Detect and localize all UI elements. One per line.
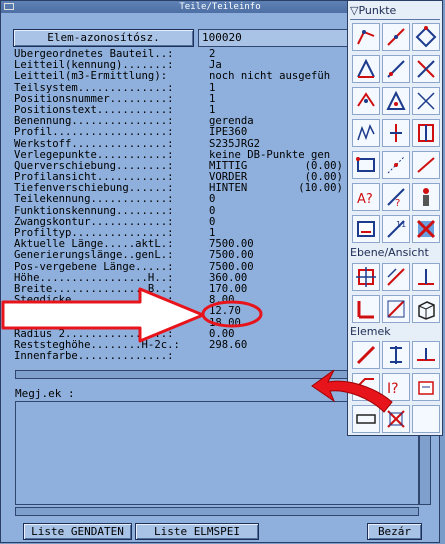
property-label: Flanschdicke.........T..: (14, 305, 174, 318)
point-tool-20-icon[interactable]: 11 (382, 215, 410, 243)
notes-horizontal-scrollbar[interactable] (15, 507, 419, 516)
point-tool-2-icon[interactable] (382, 23, 410, 51)
property-row[interactable]: Leitteil(m3-Ermittlung): noch nicht ausge… (14, 71, 364, 82)
property-value: IPE360 (209, 126, 248, 139)
plane-tool-1-icon[interactable] (352, 263, 380, 291)
property-row[interactable]: Generierungslänge..genL.: 7500.00 (14, 250, 364, 261)
property-label: Innenfarbe..............: (14, 350, 174, 363)
element-tool-6-icon[interactable] (412, 373, 440, 401)
property-value: 298.60 (209, 338, 248, 351)
point-tool-3-icon[interactable] (412, 23, 440, 51)
svg-text:I?: I? (387, 381, 399, 397)
property-row[interactable]: Werkstoff...............: S235JRG2 (14, 138, 364, 150)
svg-text:A?: A? (357, 192, 373, 207)
point-tool-6-icon[interactable] (412, 55, 440, 83)
property-value: noch nicht ausgefüh (209, 70, 331, 83)
liste-gendaten-button[interactable]: Liste GENDATEN (23, 523, 132, 540)
plane-tool-5-icon[interactable] (382, 295, 410, 323)
palette-section-elemek[interactable]: Elemek (350, 324, 440, 339)
elem-id-field[interactable]: 100020 (198, 29, 348, 47)
point-tool-10-icon[interactable] (352, 119, 380, 147)
point-tool-21-icon[interactable] (412, 215, 440, 243)
separator (350, 19, 440, 20)
property-label: Leitteil(m3-Ermittlung): (14, 70, 168, 83)
element-tool-3-icon[interactable] (412, 341, 440, 369)
point-tool-8-icon[interactable] (382, 87, 410, 115)
elem-id-button[interactable]: Elem-azonosítósz. (13, 29, 194, 47)
plane-tool-6-icon[interactable] (412, 295, 440, 323)
window-title: Teile/Teileinfo (179, 2, 261, 12)
close-button[interactable]: Bezár (367, 523, 422, 540)
property-label: Profil..................: (14, 126, 174, 139)
element-tool-8-icon[interactable] (382, 405, 410, 433)
element-tool-5-icon[interactable]: I? (382, 373, 410, 401)
property-value: HINTEN (10.00) (209, 182, 343, 195)
element-tool-9-icon[interactable] (412, 405, 440, 433)
plane-tool-2-icon[interactable] (382, 263, 410, 291)
point-tool-1-icon[interactable] (352, 23, 380, 51)
notes-label: Megj.ek : (15, 387, 75, 400)
point-tool-7-icon[interactable] (352, 87, 380, 115)
element-tool-2-icon[interactable] (382, 341, 410, 369)
property-row[interactable]: Radius 1............R1..: 18.00 (14, 317, 364, 329)
point-tool-16-icon[interactable]: A? (352, 183, 380, 211)
property-value: 0 (209, 193, 216, 206)
point-tool-15-icon[interactable] (412, 151, 440, 179)
point-tool-12-icon[interactable] (412, 119, 440, 147)
point-tool-18-icon[interactable] (412, 183, 440, 211)
svg-text:11: 11 (396, 220, 406, 229)
property-label: Teilekennung............: (14, 193, 174, 206)
point-tool-13-icon[interactable] (352, 151, 380, 179)
point-tool-11-icon[interactable] (382, 119, 410, 147)
property-label: Generierungslänge..genL.: (14, 249, 174, 262)
point-tool-19-icon[interactable] (352, 215, 380, 243)
property-row[interactable]: Teilekennung............: 0 (14, 194, 364, 205)
system-menu-icon[interactable] (4, 3, 14, 10)
plane-tool-4-icon[interactable] (352, 295, 380, 323)
point-tool-5-icon[interactable] (382, 55, 410, 83)
point-tool-17-icon[interactable]: ? (382, 183, 410, 211)
plane-tool-3-icon[interactable] (412, 263, 440, 291)
property-row[interactable]: Innenfarbe..............: (14, 350, 364, 363)
property-row[interactable]: Flanschdicke.........T..: 12.70 (14, 306, 364, 317)
palette-section-punkte[interactable]: ▽Punkte (350, 3, 440, 18)
point-tool-9-icon[interactable] (412, 87, 440, 115)
palette-section-ebene[interactable]: Ebene/Ansicht (350, 245, 440, 260)
liste-elmspei-button[interactable]: Liste ELMSPEI (135, 523, 259, 540)
tool-palette: ▽Punkte A?? 11 Ebene/Ansicht Elemek I? (347, 0, 443, 436)
property-row[interactable]: Profil..................: IPE360 (14, 127, 364, 138)
element-tool-4-icon[interactable] (352, 373, 380, 401)
point-tool-4-icon[interactable] (352, 55, 380, 83)
property-list: Übergeordnetes Bauteil..: 2 Leitteil(kennu… (14, 49, 364, 369)
svg-text:?: ? (395, 198, 400, 209)
property-value: 12.70 (209, 305, 241, 318)
element-tool-7-icon[interactable] (352, 405, 380, 433)
property-value: 7500.00 (209, 249, 254, 262)
point-tool-14-icon[interactable] (382, 151, 410, 179)
element-tool-1-icon[interactable] (352, 341, 380, 369)
